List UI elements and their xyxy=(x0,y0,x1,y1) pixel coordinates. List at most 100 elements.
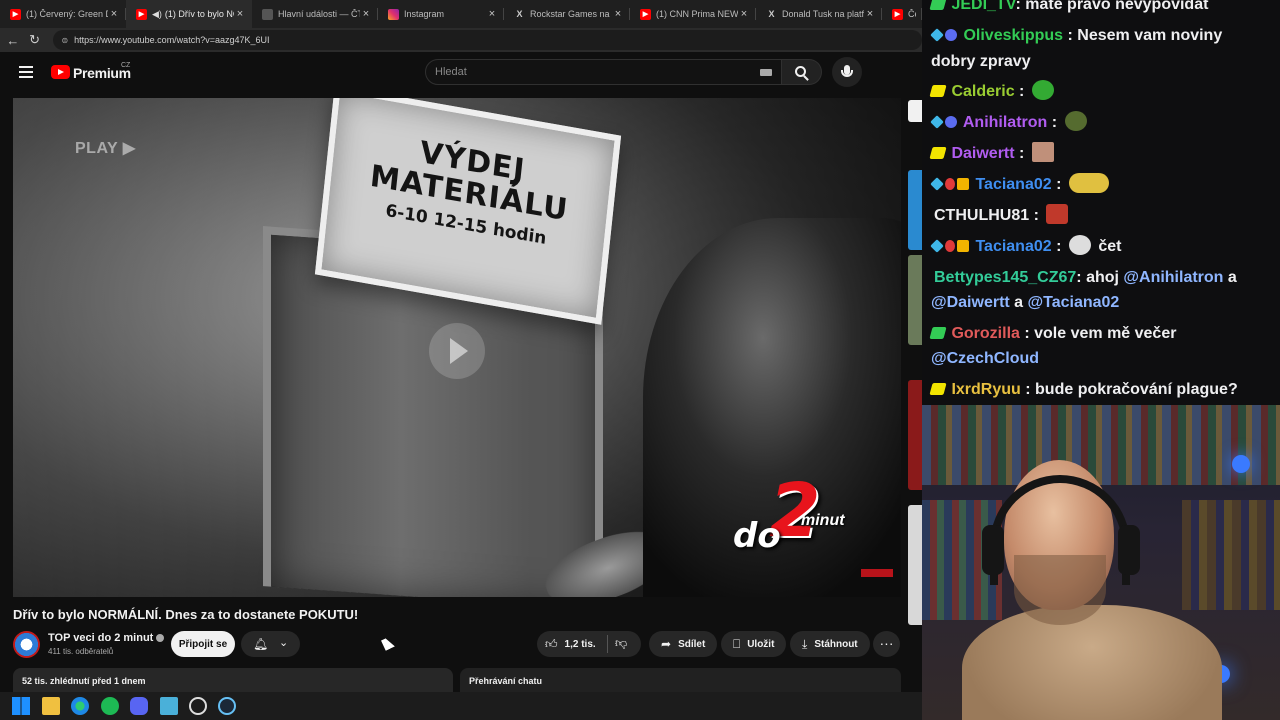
search-button[interactable] xyxy=(782,59,822,85)
save-button[interactable]: ⎕ Uložit xyxy=(721,631,787,657)
browser-tab-active[interactable]: ▶ ◀) (1) Dřív to bylo NOR × xyxy=(126,0,252,28)
site-info-icon[interactable]: ⊜ xyxy=(61,36,68,45)
related-thumbnail[interactable] xyxy=(908,100,922,122)
chat-username: Calderic xyxy=(951,83,1015,100)
chat-mention: @Daiwertt xyxy=(931,294,1010,311)
save-label: Uložit xyxy=(747,638,775,650)
menu-icon[interactable] xyxy=(19,66,33,81)
search-input[interactable]: Hledat xyxy=(425,59,782,85)
discord-icon[interactable] xyxy=(130,697,148,715)
play-icon[interactable] xyxy=(429,323,485,379)
badge-icon xyxy=(945,29,957,41)
chat-username: Daiwertt xyxy=(951,145,1015,162)
vhs-play-label: PLAY ▶ xyxy=(75,140,136,157)
related-thumbnail[interactable] xyxy=(908,380,922,490)
chat-replay-panel[interactable]: Přehrávání chatu xyxy=(460,668,901,692)
chevron-down-icon: ⌄ xyxy=(279,637,289,649)
youtube-icon: ▶ xyxy=(640,8,651,20)
download-label: Stáhnout xyxy=(814,638,858,650)
join-button[interactable]: Připojit se xyxy=(171,631,235,657)
chat-text: : xyxy=(1051,114,1058,131)
x-icon: X xyxy=(768,9,775,19)
badge-icon xyxy=(945,116,957,128)
close-icon[interactable]: × xyxy=(612,8,624,20)
chat-text: : ahoj xyxy=(1076,269,1124,286)
close-icon[interactable]: × xyxy=(486,8,498,20)
browser-tab[interactable]: X Donald Tusk na platform × xyxy=(756,0,882,28)
share-button[interactable]: ➦ Sdílet xyxy=(649,631,718,657)
subscribe-watermark-icon[interactable] xyxy=(861,569,893,577)
chat-username: IxrdRyuu xyxy=(951,381,1021,398)
spotify-icon[interactable] xyxy=(101,697,119,715)
chat-message: Daiwertt : xyxy=(929,141,1057,166)
streamer-body xyxy=(962,605,1222,720)
close-icon[interactable]: × xyxy=(108,8,120,20)
tab-title: Instagram xyxy=(404,9,445,19)
channel-avatar[interactable] xyxy=(13,631,40,658)
speaker-icon[interactable]: ◀) xyxy=(152,9,162,20)
screen: ▶ (1) Červený: Green Deal × ▶ ◀) (1) Dří… xyxy=(0,0,1280,720)
keyboard-icon[interactable] xyxy=(760,69,772,76)
chat-text: : Nesem vam noviny xyxy=(1067,27,1223,44)
browser-tab[interactable]: ▶ (1) Červený: Green Deal × xyxy=(0,0,126,28)
youtube-logo-icon[interactable] xyxy=(51,65,70,79)
close-icon[interactable]: × xyxy=(234,8,246,20)
tab-title: Hlavní události — ČT24 xyxy=(278,9,360,19)
description-box[interactable]: 52 tis. zhlédnutí před 1 dnem xyxy=(13,668,453,692)
chat-message: CTHULHU81 : xyxy=(934,203,1071,228)
chat-message: Bettypes145_CZ67: ahoj @Anihilatron a xyxy=(934,265,1237,290)
channel-name[interactable]: TOP veci do 2 minut xyxy=(48,632,165,644)
browser-tab[interactable]: Hlavní události — ČT24 × xyxy=(252,0,378,28)
more-actions-icon[interactable]: ··· xyxy=(873,631,900,657)
chat-username: CTHULHU81 xyxy=(934,207,1030,224)
steam-icon[interactable] xyxy=(218,697,236,715)
youtube-icon: ▶ xyxy=(10,8,21,20)
stream-chat-overlay: JEDI_TV: máte právo nevypovídat Oliveski… xyxy=(922,0,1280,405)
related-thumbnail[interactable] xyxy=(908,255,922,345)
badge-icon xyxy=(929,383,947,395)
ct24-icon xyxy=(262,8,273,20)
channel-logo-do: do xyxy=(733,516,781,556)
edge-icon[interactable] xyxy=(71,697,89,715)
browser-tab[interactable]: X Rockstar Games na platf × xyxy=(504,0,630,28)
region-code: CZ xyxy=(121,62,131,69)
chat-text: : bude pokračování plague? xyxy=(1025,381,1238,398)
badge-icon xyxy=(929,327,947,339)
tab-title: (1) CNN Prima NEWS - Y xyxy=(656,9,738,19)
video-player[interactable]: VÝDEJ MATERIÁLU 6-10 12-15 hodin PLAY ▶ … xyxy=(13,98,901,597)
reload-icon[interactable]: ↻ xyxy=(24,32,46,48)
badge-icon xyxy=(929,85,947,97)
obs-icon[interactable] xyxy=(189,697,207,715)
browser-tab[interactable]: ▶ Červ xyxy=(882,0,922,28)
chat-username: Taciana02 xyxy=(975,176,1052,193)
emote-icon xyxy=(1046,204,1069,224)
address-bar: ← ↻ ⊜ https://www.youtube.com/watch?v=aa… xyxy=(0,28,923,52)
browser-tab[interactable]: Instagram × xyxy=(378,0,504,28)
back-icon[interactable]: ← xyxy=(2,33,24,48)
windows-start-icon[interactable] xyxy=(12,697,30,715)
notifications-button[interactable]: 🔔︎ ⌄ xyxy=(241,631,300,657)
close-icon[interactable]: × xyxy=(864,8,876,20)
like-button[interactable]: 👍︎ 1,2 tis. xyxy=(545,631,596,657)
notes-app-icon[interactable] xyxy=(160,697,178,715)
related-thumbnail[interactable] xyxy=(908,170,922,250)
close-icon[interactable]: × xyxy=(360,8,372,20)
tab-title: (1) Dřív to bylo NOR xyxy=(164,9,234,19)
video-title: Dřív to bylo NORMÁLNÍ. Dnes za to dostan… xyxy=(13,607,359,622)
related-thumbnail[interactable] xyxy=(908,505,922,625)
file-explorer-icon[interactable] xyxy=(42,697,60,715)
url-field[interactable]: ⊜ https://www.youtube.com/watch?v=aazg47… xyxy=(53,30,923,50)
x-icon: X xyxy=(516,9,523,19)
browser-tab[interactable]: ▶ (1) CNN Prima NEWS - Y × xyxy=(630,0,756,28)
headphone-cup xyxy=(982,525,1004,575)
chat-username: Gorozilla xyxy=(951,325,1020,342)
search-placeholder: Hledat xyxy=(435,66,467,78)
badge-icon xyxy=(945,240,955,252)
voice-search-button[interactable] xyxy=(832,57,862,87)
download-button[interactable]: ⤓ Stáhnout xyxy=(790,631,870,657)
chat-mention: @Taciana02 xyxy=(1027,294,1120,311)
thumbs-down-icon[interactable]: 👎︎ xyxy=(615,636,627,651)
emote-icon xyxy=(1031,80,1054,100)
close-icon[interactable]: × xyxy=(738,8,750,20)
channel-name-text: TOP veci do 2 minut xyxy=(48,632,154,644)
